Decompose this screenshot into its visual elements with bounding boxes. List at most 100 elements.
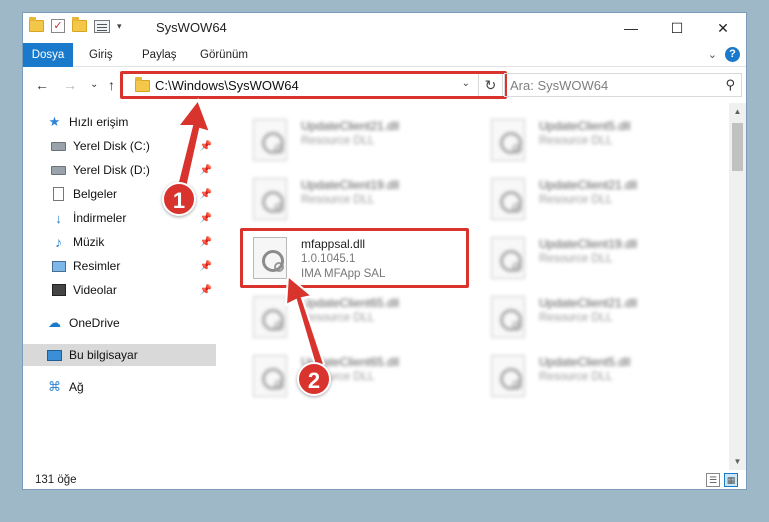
details-view-icon[interactable]: ☰ [706, 473, 720, 487]
address-bar[interactable]: C:\Windows\SysWOW64 ⌄ [122, 73, 479, 97]
file-item[interactable]: UpdateClient5.dll Resource DLL [481, 115, 711, 169]
file-item[interactable]: UpdateClient65.dll Resource DLL [243, 351, 473, 405]
computer-icon [47, 349, 62, 361]
file-name: mfappsal.dll [301, 237, 366, 251]
new-folder-icon[interactable] [72, 17, 87, 32]
pictures-icon [51, 260, 66, 272]
file-item-mfappsal[interactable]: mfappsal.dll 1.0.1045.1 IMA MFApp SAL [243, 233, 473, 287]
file-version: 1.0.1045.1 [301, 253, 356, 265]
ribbon-right: ⌄ ? [708, 47, 740, 62]
properties-icon[interactable] [94, 19, 110, 33]
scroll-up-icon[interactable]: ▲ [729, 103, 746, 120]
search-placeholder[interactable]: Ara: SysWOW64 [510, 78, 608, 93]
tab-share[interactable]: Paylaş [142, 43, 177, 67]
tab-home[interactable]: Giriş [89, 43, 113, 67]
address-dropdown-icon[interactable]: ⌄ [462, 78, 470, 89]
sidebar-item-onedrive[interactable]: ☁ OneDrive [23, 312, 216, 334]
file-item[interactable]: UpdateClient21.dll Resource DLL [481, 174, 711, 228]
view-buttons: ☰ ▦ [706, 473, 738, 487]
sidebar-item-pictures[interactable]: Resimler 📌 [23, 255, 216, 277]
disk-icon [51, 165, 66, 175]
dll-file-icon [491, 296, 525, 338]
status-bar: 131 öğe ☰ ▦ [23, 470, 746, 489]
folder-icon [29, 17, 44, 32]
pin-icon[interactable]: 📌 [200, 141, 212, 152]
sidebar-item-disk-d[interactable]: Yerel Disk (D:) 📌 [23, 159, 216, 181]
cloud-icon: ☁ [48, 315, 61, 330]
file-item[interactable]: UpdateClient19.dll Resource DLL [481, 233, 711, 287]
file-item[interactable]: UpdateClient21.dll Resource DLL [481, 292, 711, 346]
file-list: UpdateClient21.dll Resource DLL UpdateCl… [231, 103, 733, 468]
scroll-thumb[interactable] [732, 123, 743, 171]
pin-icon[interactable]: 📌 [200, 237, 212, 248]
tiles-view-icon[interactable]: ▦ [724, 473, 738, 487]
minimize-button[interactable]: — [608, 13, 654, 43]
explorer-window: ✓ ▾ SysWOW64 — ☐ ✕ Dosya Giriş Paylaş Gö… [22, 12, 747, 490]
help-icon[interactable]: ? [725, 47, 740, 62]
sidebar-item-this-pc[interactable]: Bu bilgisayar [23, 344, 216, 366]
sidebar-item-music[interactable]: ♪ Müzik 📌 [23, 231, 216, 253]
maximize-button[interactable]: ☐ [654, 13, 700, 43]
item-count: 131 öğe [35, 474, 77, 486]
dll-file-icon [491, 237, 525, 279]
file-name: UpdateClient19.dll [301, 178, 400, 192]
pin-icon[interactable]: 📌 [200, 189, 212, 200]
sidebar-item-network[interactable]: ⌘ Ağ [23, 376, 216, 398]
pin-icon[interactable]: 📌 [200, 165, 212, 176]
sidebar-item-quick-access[interactable]: ★ Hızlı erişim [23, 111, 216, 133]
close-button[interactable]: ✕ [700, 13, 746, 43]
recent-locations-button[interactable]: ⌄ [90, 79, 98, 90]
sidebar-item-label: Hızlı erişim [69, 115, 129, 129]
dll-file-icon [253, 237, 287, 279]
address-path[interactable]: C:\Windows\SysWOW64 [155, 78, 299, 93]
pin-icon[interactable]: 📌 [200, 285, 212, 296]
file-item[interactable]: UpdateClient19.dll Resource DLL [243, 174, 473, 228]
refresh-button[interactable]: ↻ [479, 73, 503, 97]
disk-icon [51, 141, 66, 151]
file-description: Resource DLL [539, 253, 613, 265]
dll-file-icon [253, 296, 287, 338]
dll-file-icon [491, 119, 525, 161]
pin-icon[interactable]: 📌 [200, 213, 212, 224]
search-icon[interactable]: ⚲ [725, 77, 735, 93]
ribbon-collapse-icon[interactable]: ⌄ [708, 48, 717, 61]
back-button[interactable]: ← [35, 77, 49, 93]
forward-button[interactable]: → [63, 77, 77, 93]
dll-file-icon [253, 178, 287, 220]
title-bar: ✓ ▾ SysWOW64 — ☐ ✕ [23, 13, 746, 43]
file-item[interactable]: UpdateClient21.dll Resource DLL [243, 115, 473, 169]
qat-dropdown-icon[interactable]: ▾ [117, 21, 122, 32]
sidebar-item-videos[interactable]: Videolar 📌 [23, 279, 216, 301]
sidebar-item-label: Yerel Disk (D:) [73, 163, 150, 177]
sidebar-item-label: Resimler [73, 259, 121, 273]
up-button[interactable]: ↑ [108, 77, 115, 93]
navigation-pane: ★ Hızlı erişim Yerel Disk (C:) 📌 Yerel D… [23, 103, 216, 458]
vertical-scrollbar[interactable]: ▲ ▼ [729, 103, 746, 470]
music-icon: ♪ [55, 234, 62, 250]
file-name: UpdateClient65.dll [301, 296, 400, 310]
file-description: Resource DLL [301, 194, 375, 206]
tab-view[interactable]: Görünüm [200, 43, 248, 67]
window-title: SysWOW64 [156, 20, 227, 35]
file-description: IMA MFApp SAL [301, 268, 386, 280]
search-box[interactable]: Ara: SysWOW64 ⚲ [504, 73, 742, 97]
file-name: UpdateClient5.dll [539, 119, 631, 133]
file-item[interactable]: UpdateClient65.dll Resource DLL [243, 292, 473, 346]
sidebar-item-label: Ağ [69, 380, 84, 394]
step-1-badge: 1 [162, 182, 196, 216]
file-description: Resource DLL [301, 135, 375, 147]
properties-check-icon[interactable]: ✓ [51, 19, 65, 33]
address-folder-icon [135, 77, 150, 92]
file-description: Resource DLL [539, 135, 613, 147]
star-icon: ★ [48, 114, 61, 129]
tab-file[interactable]: Dosya [23, 43, 73, 67]
sidebar-item-label: Belgeler [73, 187, 118, 201]
quick-access-toolbar: ✓ ▾ [29, 17, 122, 33]
file-item[interactable]: UpdateClient5.dll Resource DLL [481, 351, 711, 405]
sidebar-item-disk-c[interactable]: Yerel Disk (C:) 📌 [23, 135, 216, 157]
file-description: Resource DLL [539, 371, 613, 383]
file-name: UpdateClient21.dll [301, 119, 400, 133]
pin-icon[interactable]: 📌 [200, 261, 212, 272]
file-name: UpdateClient5.dll [539, 355, 631, 369]
scroll-down-icon[interactable]: ▼ [729, 453, 746, 470]
